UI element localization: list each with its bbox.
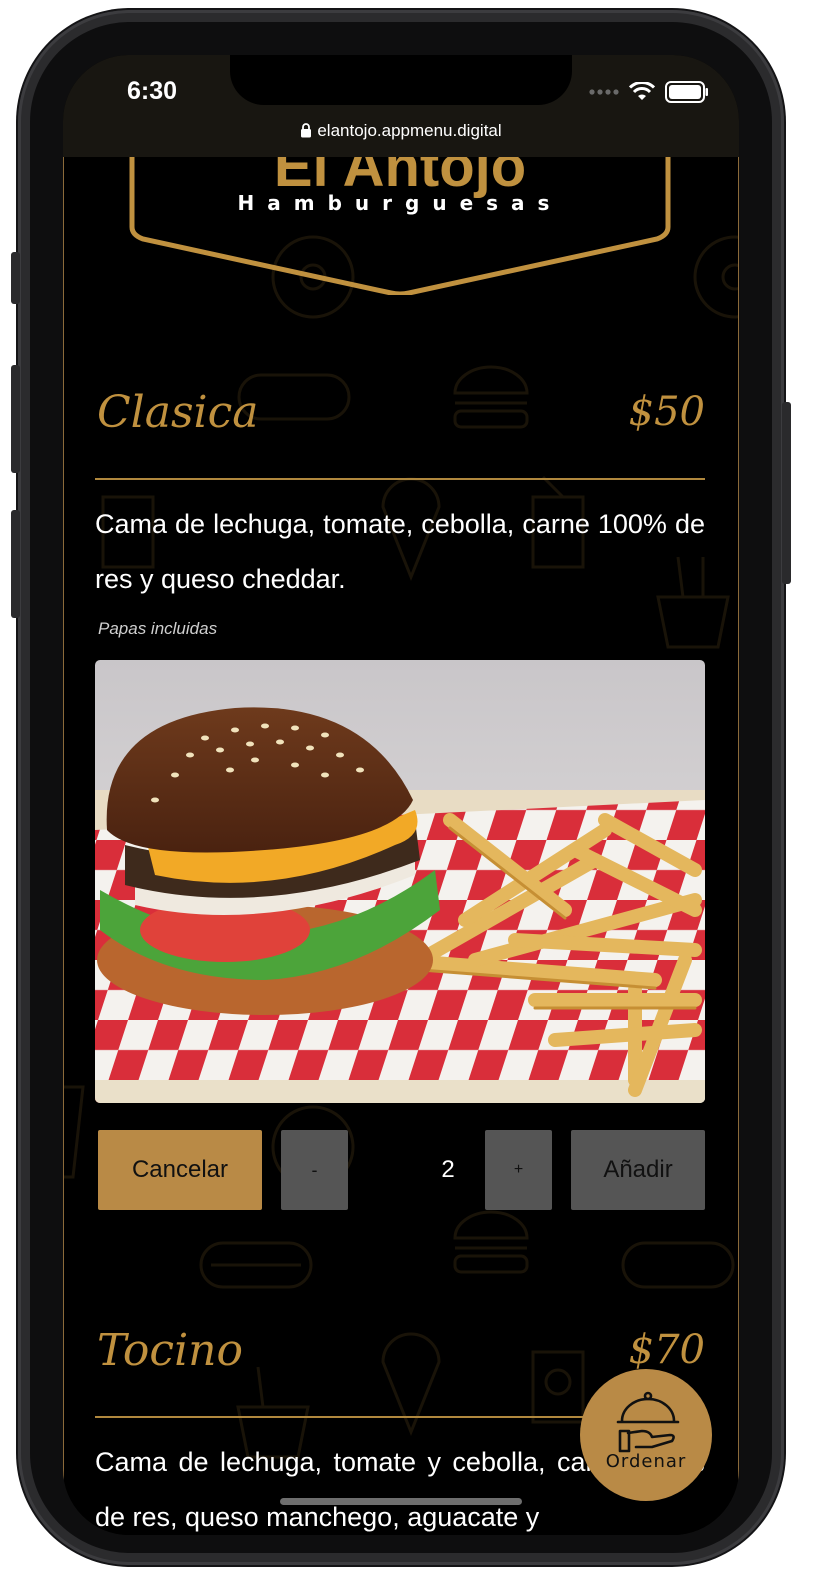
url-text: elantojo.appmenu.digital	[317, 121, 502, 140]
item-name: Tocino	[97, 1325, 243, 1376]
item-photo	[95, 660, 705, 1103]
signal-dots-icon	[589, 89, 619, 95]
logo: El Antojo Hamburguesas	[129, 157, 671, 295]
power-button	[782, 402, 791, 584]
order-button-label: Ordenar	[605, 1451, 687, 1472]
add-button[interactable]: Añadir	[571, 1130, 705, 1210]
lock-icon	[301, 123, 312, 138]
burger-and-fries-image	[95, 660, 705, 1103]
item-price: $50	[628, 389, 705, 435]
volume-up-button	[11, 365, 20, 473]
menu-page: El Antojo Hamburguesas Clasica $50 Cama …	[63, 157, 739, 1535]
item-name: Clasica	[97, 387, 259, 438]
item-divider	[95, 478, 705, 480]
home-indicator[interactable]	[280, 1498, 522, 1505]
wifi-icon	[629, 82, 655, 100]
item-note: Papas incluidas	[98, 619, 218, 638]
browser-status-bar: 6:30 elantojo.appmenu.digital	[63, 55, 739, 157]
screen: 6:30 elantojo.appmenu.digital El Antojo …	[63, 55, 739, 1535]
mute-switch	[11, 252, 20, 304]
battery-icon	[665, 81, 708, 103]
decrease-quantity-button[interactable]: -	[281, 1130, 348, 1210]
status-icons	[589, 81, 709, 103]
cancel-button[interactable]: Cancelar	[98, 1130, 262, 1210]
serving-cloche-icon	[616, 1391, 680, 1453]
right-border-line	[738, 157, 739, 1535]
left-border-line	[63, 157, 64, 1535]
url-bar[interactable]: elantojo.appmenu.digital	[63, 121, 739, 141]
item-price: $70	[628, 1327, 705, 1373]
volume-down-button	[11, 510, 20, 618]
notch	[230, 55, 572, 105]
status-time: 6:30	[127, 77, 178, 105]
order-button[interactable]: Ordenar	[580, 1369, 712, 1501]
increase-quantity-button[interactable]: +	[485, 1130, 552, 1210]
item-description: Cama de lechuga, tomate, cebolla, carne …	[95, 509, 705, 594]
logo-subtitle: Hamburguesas	[237, 191, 563, 215]
